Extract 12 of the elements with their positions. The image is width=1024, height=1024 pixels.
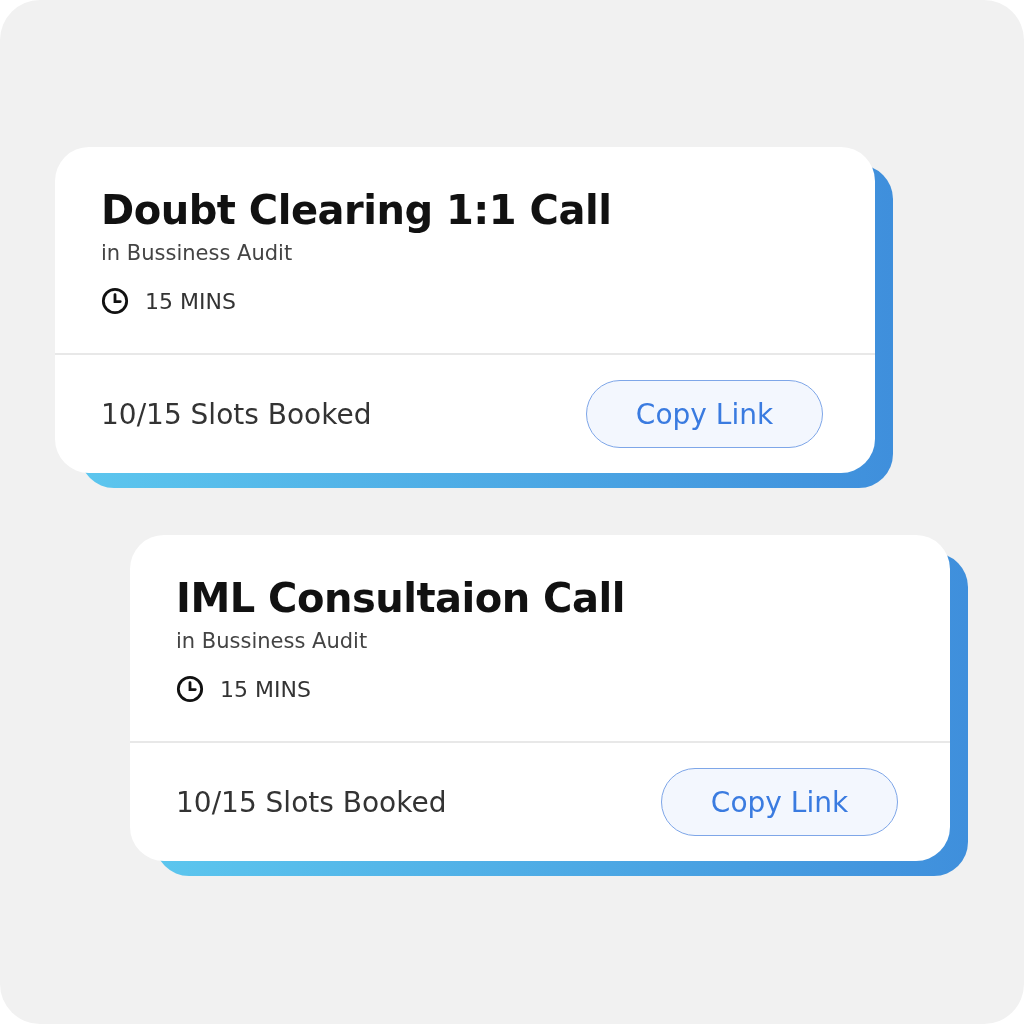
event-category: in Bussiness Audit xyxy=(176,629,369,653)
copy-link-button[interactable]: Copy Link xyxy=(661,768,898,836)
event-category: in Bussiness Audit xyxy=(101,241,294,265)
event-title: Doubt Clearing 1:1 Call xyxy=(101,187,613,233)
event-title: IML Consultaion Call xyxy=(176,575,626,621)
clock-icon xyxy=(176,675,204,703)
clock-icon xyxy=(101,287,129,315)
slots-booked-label: 10/15 Slots Booked xyxy=(101,397,372,431)
copy-link-button[interactable]: Copy Link xyxy=(586,380,823,448)
duration-label: 15 MINS xyxy=(145,288,236,314)
duration-label: 15 MINS xyxy=(220,676,311,702)
slots-booked-label: 10/15 Slots Booked xyxy=(176,785,447,819)
